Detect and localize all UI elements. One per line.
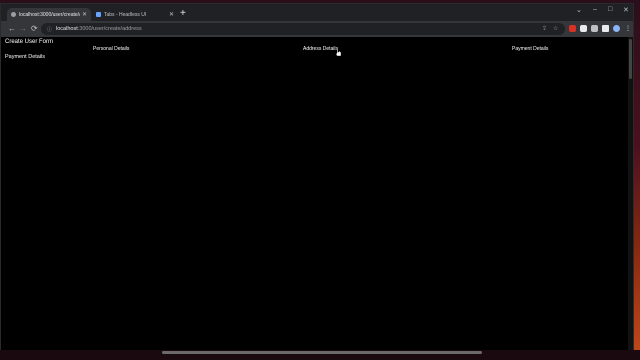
tab-personal-details[interactable]: Personal Details (93, 46, 129, 52)
tab-payment-details[interactable]: Payment Details (512, 46, 548, 52)
tab-strip: localhost:3000/user/create/address ✕ Tab… (1, 4, 633, 21)
globe-icon (11, 12, 16, 17)
browser-tab-active[interactable]: localhost:3000/user/create/address ✕ (7, 8, 91, 21)
new-tab-button[interactable]: + (180, 8, 186, 20)
address-bar[interactable]: ⓘ localhost:3000/user/create/address (41, 23, 565, 35)
browser-tab-inactive[interactable]: Tabs - Headless UI ✕ (92, 8, 178, 21)
browser-window: localhost:3000/user/create/address ✕ Tab… (0, 3, 634, 352)
page-scrollbar[interactable] (628, 37, 633, 352)
tab-address-details[interactable]: Address Details (303, 46, 338, 52)
tab-search-icon[interactable]: ⌄ (576, 6, 582, 14)
url-host: localhost (56, 26, 78, 32)
scrollbar-thumb[interactable] (629, 39, 632, 79)
reload-button[interactable]: ⟳ (31, 24, 38, 34)
side-panel-icon[interactable] (602, 25, 609, 32)
puzzle-icon[interactable] (591, 25, 598, 32)
close-window-button[interactable]: ✕ (623, 6, 629, 14)
back-button[interactable]: ← (8, 24, 16, 34)
tab-panel-content: Payment Details (5, 54, 46, 60)
minimize-button[interactable]: – (593, 6, 597, 13)
maximize-button[interactable]: □ (608, 6, 612, 13)
browser-tab-title: localhost:3000/user/create/address (19, 11, 80, 18)
close-tab-icon[interactable]: ✕ (169, 11, 174, 18)
hand-cursor-icon (336, 48, 342, 57)
profile-avatar[interactable] (613, 25, 620, 32)
page-content: Create User Form Personal Details Addres… (1, 37, 633, 352)
share-icon[interactable]: ⇪ (542, 25, 547, 32)
browser-toolbar: ← → ⟳ ⓘ localhost:3000/user/create/addre… (1, 21, 633, 37)
close-tab-icon[interactable]: ✕ (82, 11, 87, 18)
extension-icon[interactable] (580, 25, 587, 32)
forward-button[interactable]: → (19, 24, 27, 34)
url-path: :3000/user/create/address (77, 26, 142, 32)
extension-icon[interactable] (569, 25, 576, 32)
browser-tab-title: Tabs - Headless UI (104, 11, 147, 18)
page-title: Create User Form (5, 39, 54, 45)
horizontal-scrollbar[interactable] (162, 351, 482, 354)
bookmark-star-icon[interactable]: ☆ (553, 25, 558, 32)
headlessui-icon (96, 12, 101, 17)
info-icon[interactable]: ⓘ (47, 26, 52, 33)
menu-kebab-icon[interactable]: ⋮ (625, 25, 631, 32)
taskbar (0, 350, 640, 360)
